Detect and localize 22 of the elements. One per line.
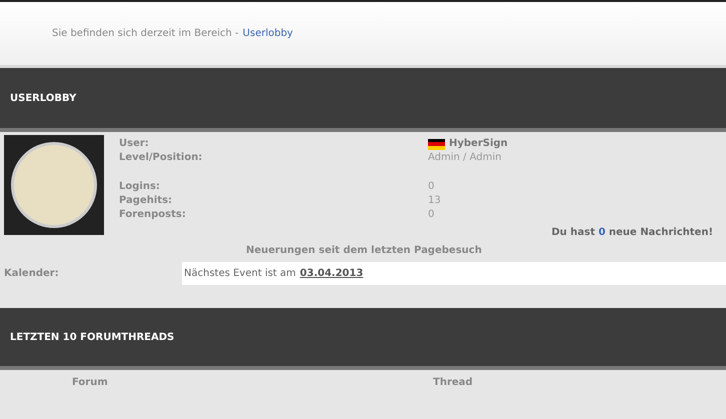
event-text: Nächstes Event ist am — [184, 267, 296, 281]
field-label: Pagehits: — [119, 194, 172, 208]
field-value: 13 — [428, 194, 441, 208]
column-header: Forum — [72, 376, 108, 390]
username: HyberSign — [449, 137, 508, 151]
field-label: Level/Position: — [119, 151, 202, 165]
calendar-label: Kalender: — [4, 267, 59, 281]
field-label: User: — [119, 137, 149, 151]
flag-icon — [428, 138, 445, 150]
section-title: LETZTEN 10 FORUMTHREADS — [10, 330, 174, 344]
field-value: 0 — [428, 208, 434, 222]
section-title: USERLOBBY — [10, 92, 76, 106]
breadcrumb-link[interactable]: Userlobby — [242, 26, 293, 41]
news-heading: Neuerungen seit dem letzten Pagebesuch — [246, 244, 482, 258]
field-label: Logins: — [119, 180, 160, 194]
event-date-link[interactable]: 03.04.2013 — [300, 266, 364, 281]
messages-notice: Du hast 0 neue Nachrichten! — [551, 226, 713, 240]
column-header: Thread — [433, 376, 473, 390]
field-value: Admin / Admin — [428, 151, 502, 165]
breadcrumb-text: Sie befinden sich derzeit im Bereich - — [52, 27, 239, 41]
field-value: 0 — [428, 180, 434, 194]
field-label: Forenposts: — [119, 208, 186, 222]
